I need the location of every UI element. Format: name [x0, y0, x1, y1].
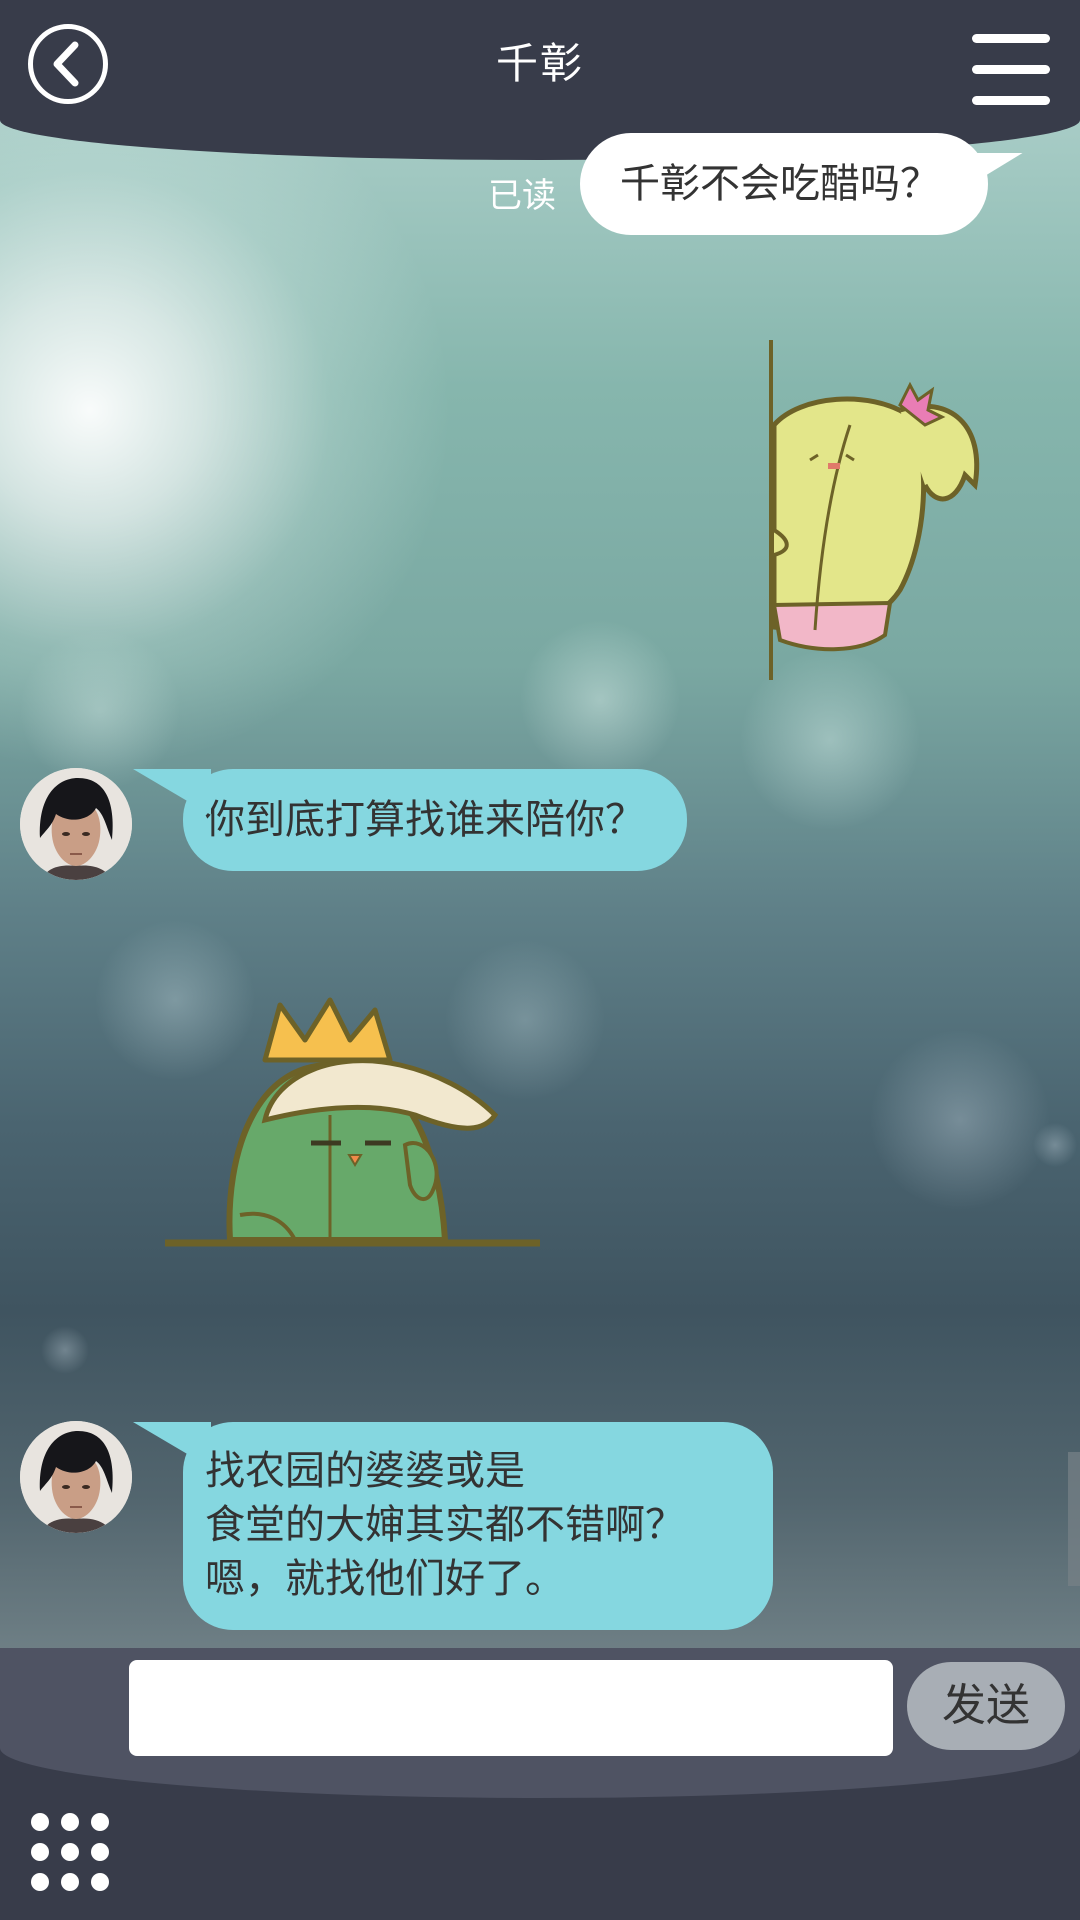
green-cactus-crown-sticker[interactable]: [165, 995, 545, 1255]
nine-dot-grid-icon[interactable]: [28, 1810, 112, 1894]
contact-avatar[interactable]: [20, 768, 132, 880]
message-input[interactable]: [129, 1660, 893, 1756]
contact-avatar[interactable]: [20, 1421, 132, 1533]
send-button[interactable]: 发送: [907, 1662, 1065, 1750]
read-status: 已读: [488, 176, 556, 216]
avatar-portrait-icon: [20, 768, 132, 880]
scrollbar-thumb[interactable]: [1068, 1452, 1080, 1586]
menu-button[interactable]: [972, 34, 1052, 105]
page-title: 千彰: [495, 39, 584, 88]
yellow-cactus-peeking-sticker[interactable]: [760, 335, 1000, 685]
incoming-message-bubble[interactable]: 找农园的婆婆或是 食堂的大婶其实都不错啊？ 嗯，就找他们好了。: [133, 1422, 773, 1630]
incoming-message-bubble[interactable]: 你到底打算找谁来陪你？: [133, 769, 687, 871]
outgoing-message-bubble[interactable]: 千彰不会吃醋吗？: [580, 133, 988, 235]
message-line: 食堂的大婶其实都不错啊？: [205, 1502, 685, 1548]
message-line: 找农园的婆婆或是: [205, 1448, 525, 1494]
message-line: 嗯，就找他们好了。: [205, 1556, 565, 1602]
hamburger-menu-icon: [972, 34, 1050, 43]
avatar-portrait-icon: [20, 1421, 132, 1533]
